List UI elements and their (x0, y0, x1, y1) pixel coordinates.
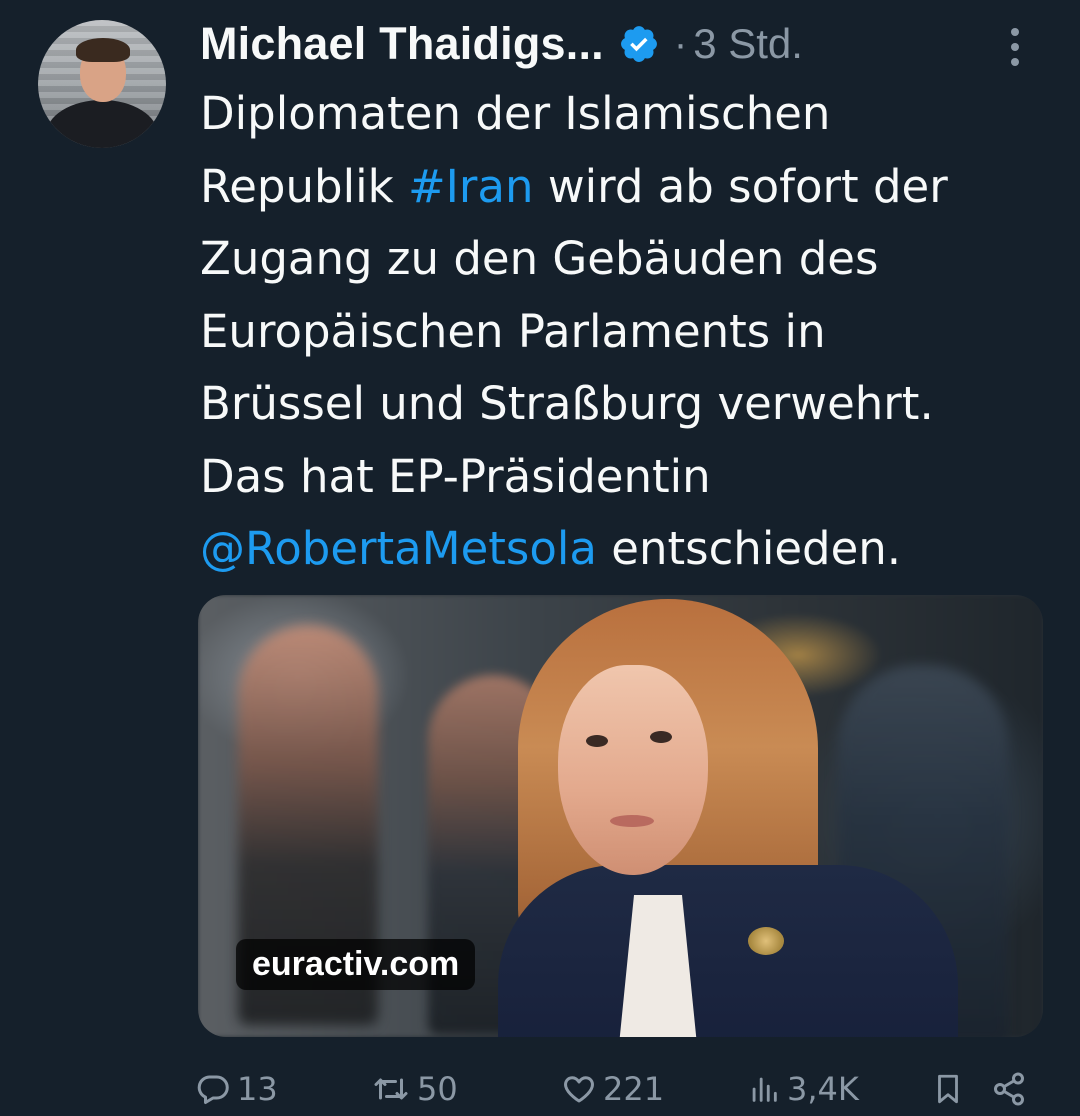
tweet-text-line: Europäischen Parlaments in (200, 296, 1060, 369)
more-dot (1011, 28, 1019, 36)
tweet-text-segment: Europäischen Parlaments in (200, 304, 826, 358)
bookmark-button[interactable] (931, 1062, 965, 1116)
more-dot (1011, 58, 1019, 66)
views-button[interactable]: 3,4K (747, 1062, 859, 1116)
card-image-mouth (610, 815, 654, 827)
tweet-text-segment: Brüssel und Straßburg verwehrt. (200, 377, 934, 430)
heart-outline-icon (561, 1071, 597, 1107)
card-domain-label: euractiv.com (236, 939, 476, 990)
card-image-brooch (748, 927, 784, 955)
tweet-text: Diplomaten der Islamischen Republik #Iran… (200, 78, 1060, 586)
tweet-text-line: Brüssel und Straßburg verwehrt. (200, 368, 1060, 441)
speech-bubble-icon (195, 1071, 231, 1107)
tweet-text-segment: wird ab sofort der (533, 159, 948, 213)
tweet-text-segment: Republik (200, 159, 408, 213)
hashtag-link[interactable]: #Iran (408, 160, 534, 213)
retweet-count: 50 (417, 1070, 458, 1108)
card-image-subject-face (558, 665, 708, 875)
tweet-text-line: @RobertaMetsola entschieden. (200, 513, 1060, 586)
verified-badge-icon (618, 23, 660, 65)
header-separator: · (673, 21, 688, 66)
like-button[interactable]: 221 (561, 1062, 664, 1116)
tweet-text-segment: Das hat EP-Präsidentin (200, 449, 711, 503)
tweet-text-segment: entschieden. (596, 522, 902, 575)
card-image-eye (586, 735, 608, 747)
card-image-subject-jacket (498, 865, 958, 1037)
author-avatar[interactable] (38, 20, 166, 148)
more-dot (1011, 43, 1019, 51)
like-count: 221 (603, 1070, 665, 1108)
tweet-text-line: Das hat EP-Präsidentin (200, 441, 1060, 514)
bookmark-icon (931, 1071, 965, 1107)
reply-count: 13 (237, 1070, 278, 1108)
tweet-text-line: Republik #Iran wird ab sofort der (200, 151, 1060, 224)
tweet-text-line: Diplomaten der Islamischen (200, 78, 1060, 151)
retweet-arrows-icon (371, 1071, 411, 1107)
tweet-text-segment: Zugang zu den Gebäuden des (200, 232, 879, 285)
tweet-text-segment: Diplomaten der Islamischen (200, 87, 831, 140)
tweet[interactable]: Michael Thaidigs... · 3 Std. Diplomaten … (0, 0, 1080, 1116)
views-count: 3,4K (787, 1070, 859, 1108)
more-vertical-icon[interactable] (1000, 24, 1030, 70)
bar-chart-icon (747, 1071, 781, 1107)
tweet-text-line: Zugang zu den Gebäuden des (200, 223, 1060, 296)
link-card[interactable]: euractiv.com (198, 595, 1043, 1037)
mention-link[interactable]: @RobertaMetsola (200, 522, 597, 575)
tweet-header: Michael Thaidigs... · 3 Std. (200, 12, 803, 76)
share-nodes-icon (991, 1071, 1027, 1107)
author-name[interactable]: Michael Thaidigs... (200, 18, 604, 70)
avatar-hair (76, 38, 130, 62)
retweet-button[interactable]: 50 (371, 1062, 458, 1116)
tweet-actions: 13 50 221 3,4K (195, 1062, 1045, 1116)
tweet-timestamp[interactable]: 3 Std. (693, 20, 803, 68)
card-image-eye (650, 731, 672, 743)
reply-button[interactable]: 13 (195, 1062, 278, 1116)
share-button[interactable] (991, 1062, 1027, 1116)
